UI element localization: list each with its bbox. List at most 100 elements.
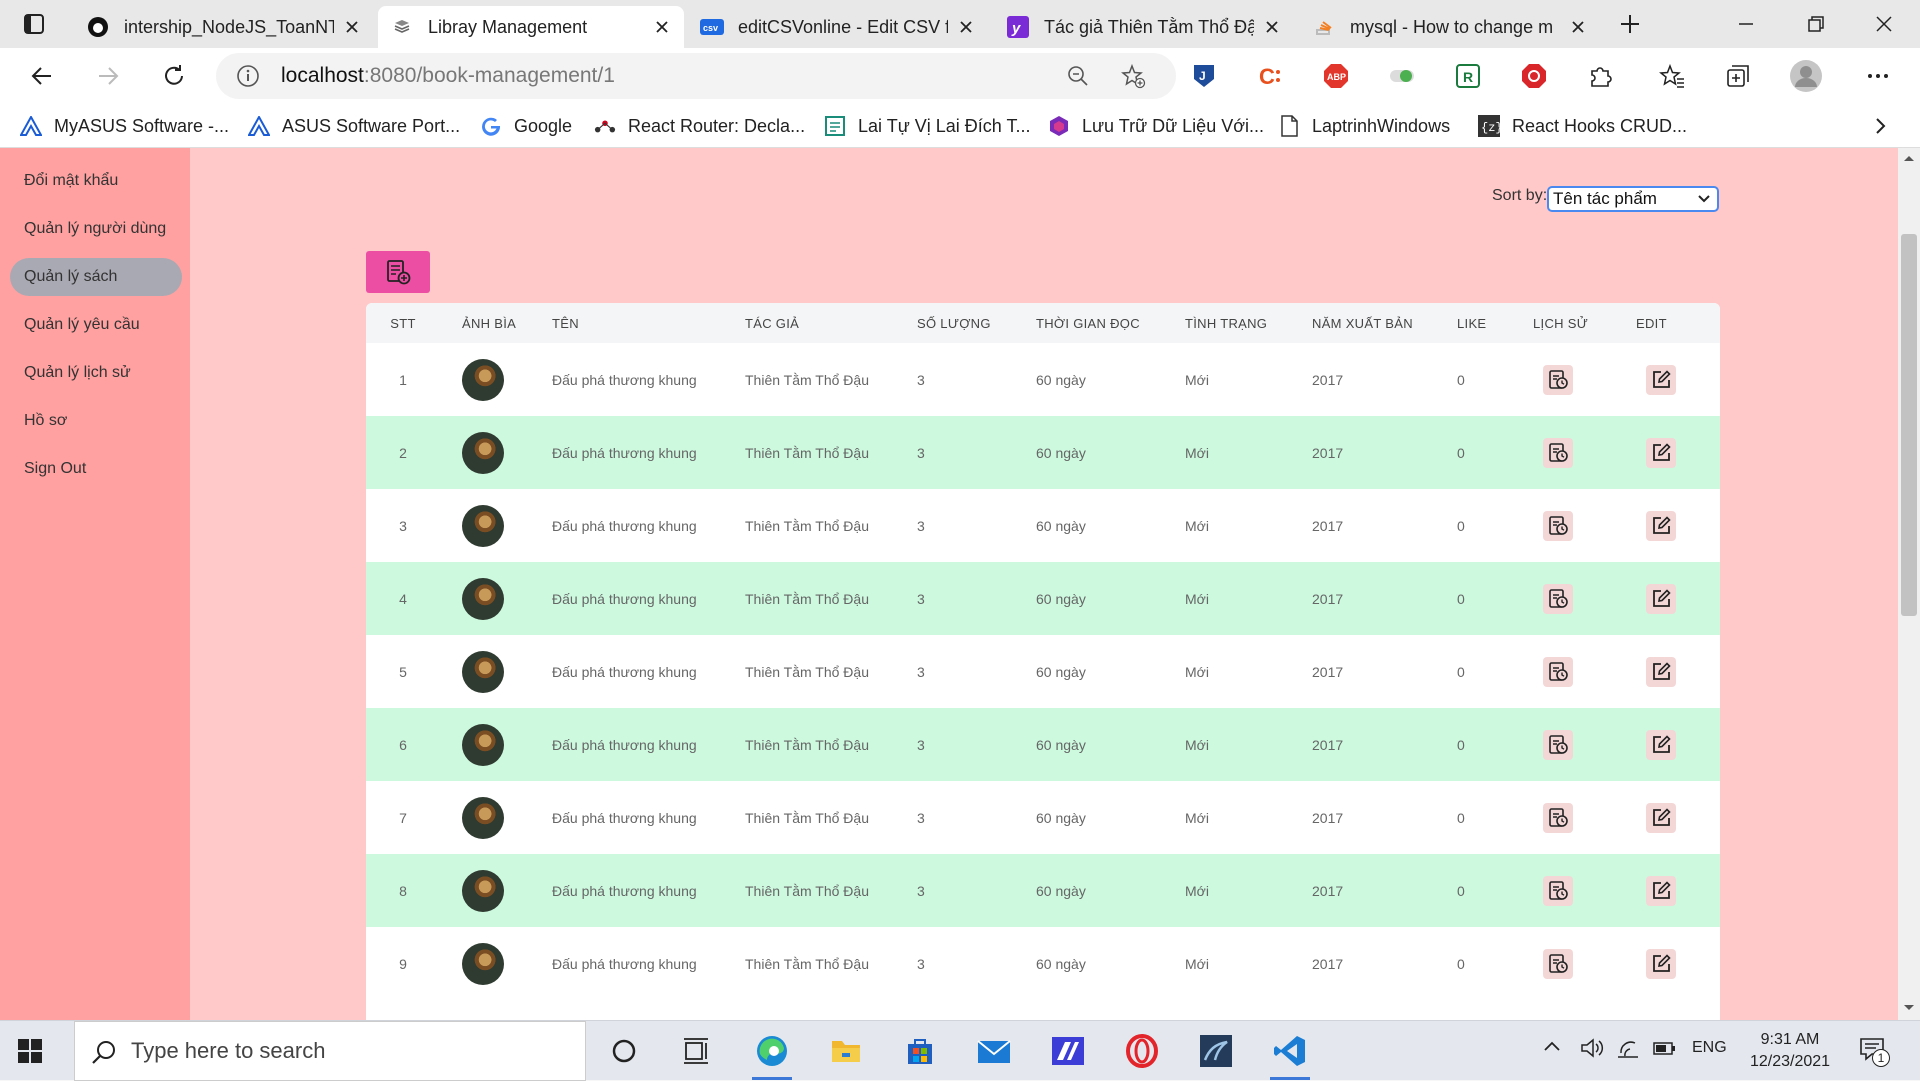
sidebar-item-history-management[interactable]: Quản lý lịch sử (10, 354, 182, 392)
favorite-add-icon[interactable] (1120, 63, 1146, 89)
language-indicator[interactable]: ENG (1692, 1039, 1727, 1057)
bookmarks-overflow-icon[interactable] (1870, 112, 1890, 140)
sidebar-item-user-management[interactable]: Quản lý người dùng (10, 210, 182, 248)
sidebar-item-book-management[interactable]: Quản lý sách (10, 258, 182, 296)
history-button[interactable] (1543, 656, 1573, 687)
bookmark-myasus[interactable]: MyASUS Software -... (20, 112, 229, 140)
tab-github[interactable]: intership_NodeJS_ToanNT (74, 6, 374, 48)
page-scrollbar[interactable] (1898, 148, 1920, 1020)
svg-text:csv: csv (703, 23, 718, 33)
tab-tac-gia[interactable]: y Tác giả Thiên Tằm Thổ Đậ (994, 6, 1294, 48)
edit-button[interactable] (1646, 948, 1676, 979)
restore-icon[interactable] (1798, 6, 1834, 42)
opera-icon[interactable] (1118, 1029, 1166, 1073)
scroll-up-icon[interactable] (1903, 154, 1915, 162)
favorites-icon[interactable] (1658, 62, 1686, 90)
bookmark-react-hooks[interactable]: {z} React Hooks CRUD... (1478, 112, 1687, 140)
notification-center-icon[interactable]: 1 (1858, 1035, 1890, 1067)
sidebar-item-profile[interactable]: Hồ sơ (10, 402, 182, 440)
tab-editcsvonline[interactable]: csv editCSVonline - Edit CSV f (688, 6, 988, 48)
add-book-button[interactable] (366, 251, 430, 293)
edit-button[interactable] (1646, 437, 1676, 468)
taskbar-search-input[interactable]: Type here to search (74, 1021, 586, 1081)
new-tab-icon[interactable] (1612, 6, 1648, 42)
close-icon[interactable] (652, 17, 672, 37)
task-view-icon[interactable] (672, 1029, 720, 1073)
network-icon[interactable] (1616, 1037, 1640, 1059)
scroll-thumb[interactable] (1901, 234, 1917, 616)
info-icon[interactable] (236, 64, 260, 88)
collections-icon[interactable] (1724, 62, 1752, 90)
app-launcher-icon[interactable] (1044, 1029, 1092, 1073)
address-bar[interactable]: localhost:8080/book-management/1 (216, 53, 1176, 99)
edit-button[interactable] (1646, 875, 1676, 906)
more-options-icon[interactable] (1864, 62, 1892, 90)
extension-toggle-icon[interactable] (1388, 62, 1416, 90)
edit-button[interactable] (1646, 729, 1676, 760)
edit-button[interactable] (1646, 364, 1676, 395)
mail-icon[interactable] (970, 1029, 1018, 1073)
page-icon (1278, 115, 1300, 137)
edit-button[interactable] (1646, 510, 1676, 541)
tab-mysql[interactable]: mysql - How to change m (1300, 6, 1600, 48)
mysql-workbench-icon[interactable] (1192, 1029, 1240, 1073)
edge-taskbar-icon[interactable] (748, 1029, 796, 1080)
history-button[interactable] (1543, 437, 1573, 468)
edit-button[interactable] (1646, 656, 1676, 687)
cell-author: Thiên Tằm Thổ Đậu (745, 371, 869, 388)
sort-select[interactable]: Tên tác phẩm (1547, 186, 1719, 212)
column-header-history: LỊCH SỬ (1521, 303, 1624, 343)
bookmark-react-router[interactable]: React Router: Decla... (594, 112, 805, 140)
windows-taskbar: Type here to search ENG 9:31 AM 12/23/20… (0, 1020, 1920, 1081)
history-button[interactable] (1543, 729, 1573, 760)
forward-icon[interactable] (90, 58, 126, 94)
windows-start-icon[interactable] (14, 1035, 46, 1067)
show-hidden-icons-icon[interactable] (1542, 1037, 1562, 1057)
bookmark-lai-tu-vi[interactable]: Lai Tự Vị Lai Đích T... (824, 112, 1030, 140)
refresh-icon[interactable] (156, 58, 192, 94)
extension-stop-icon[interactable] (1520, 62, 1548, 90)
extensions-puzzle-icon[interactable] (1586, 62, 1614, 90)
minimize-icon[interactable] (1728, 6, 1764, 42)
history-button[interactable] (1543, 364, 1573, 395)
extension-c-icon[interactable]: C (1256, 62, 1284, 90)
close-icon[interactable] (1262, 17, 1282, 37)
extension-r-icon[interactable]: R (1454, 62, 1482, 90)
adblock-icon[interactable]: ABP (1322, 62, 1350, 90)
back-icon[interactable] (24, 58, 60, 94)
bookmark-google[interactable]: Google (480, 112, 572, 140)
sidebar-item-change-password[interactable]: Đổi mật khẩu (10, 162, 182, 200)
volume-icon[interactable] (1580, 1037, 1604, 1059)
close-icon[interactable] (1568, 17, 1588, 37)
history-button[interactable] (1543, 510, 1573, 541)
table-row: 4 Đấu phá thương khung Thiên Tằm Thổ Đậu 3 6… (366, 562, 1720, 635)
microsoft-store-icon[interactable] (896, 1029, 944, 1073)
cortana-icon[interactable] (600, 1029, 648, 1073)
file-explorer-icon[interactable] (822, 1029, 870, 1073)
extension-shield-icon[interactable]: J (1190, 62, 1218, 90)
bookmark-luu-tru[interactable]: Lưu Trữ Dữ Liệu Với... (1048, 112, 1264, 140)
close-icon[interactable] (956, 17, 976, 37)
taskbar-clock[interactable]: 9:31 AM 12/23/2021 (1730, 1029, 1850, 1073)
bookmark-laptrinhwindows[interactable]: LaptrinhWindows (1278, 112, 1450, 140)
sidebar-item-request-management[interactable]: Quản lý yêu cầu (10, 306, 182, 344)
close-icon[interactable] (342, 17, 362, 37)
edit-button[interactable] (1646, 802, 1676, 833)
sidebar-item-sign-out[interactable]: Sign Out (10, 450, 182, 488)
vscode-icon[interactable] (1266, 1029, 1314, 1080)
close-window-icon[interactable] (1866, 6, 1902, 42)
scroll-down-icon[interactable] (1903, 1004, 1915, 1012)
history-button[interactable] (1543, 948, 1573, 979)
tab-libray-management[interactable]: Libray Management (378, 6, 684, 48)
zoom-icon[interactable] (1066, 64, 1090, 88)
edit-button[interactable] (1646, 583, 1676, 614)
table-header-row: STT ẢNH BÌA TÊN TÁC GIẢ SỐ LƯỢNG THỜI GI… (366, 303, 1720, 343)
battery-icon[interactable] (1652, 1037, 1678, 1059)
profile-avatar-icon[interactable] (1790, 60, 1822, 92)
history-button[interactable] (1543, 583, 1573, 614)
history-button[interactable] (1543, 875, 1573, 906)
y-icon: y (1006, 15, 1030, 39)
bookmark-asus-portal[interactable]: ASUS Software Port... (248, 112, 460, 140)
history-button[interactable] (1543, 802, 1573, 833)
tab-actions-icon[interactable] (16, 6, 52, 42)
